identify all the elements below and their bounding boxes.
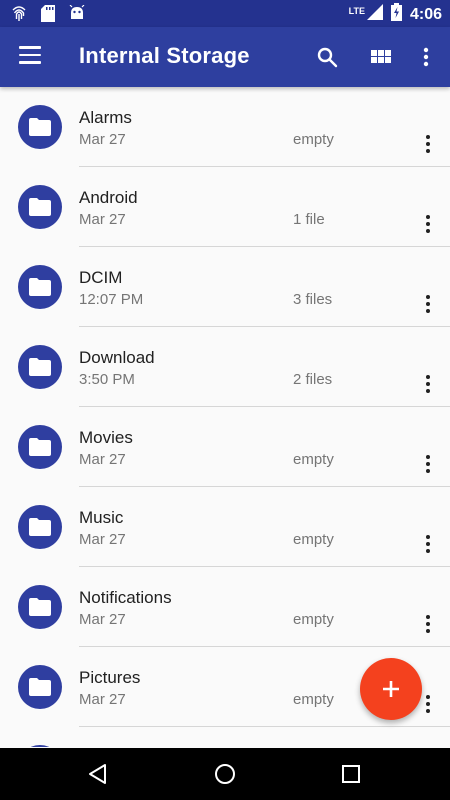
- folder-icon: [18, 425, 62, 469]
- list-item[interactable]: DCIM 12:07 PM 3 files: [0, 247, 450, 327]
- folder-name: Android: [79, 188, 138, 207]
- folder-icon: [18, 265, 62, 309]
- home-icon[interactable]: [213, 762, 237, 786]
- folder-item-count: 1 file: [293, 211, 325, 228]
- battery-charging-icon: [390, 3, 402, 26]
- list-item[interactable]: Alarms Mar 27 empty: [0, 87, 450, 167]
- folder-name: Music: [79, 508, 124, 527]
- search-icon[interactable]: [315, 45, 339, 69]
- folder-item-count: 2 files: [293, 371, 333, 388]
- folder-date: Mar 27: [79, 691, 126, 708]
- back-icon[interactable]: [86, 762, 110, 786]
- page-title: Internal Storage: [79, 43, 250, 68]
- folder-date: Mar 27: [79, 451, 126, 468]
- folder-item-count: empty: [293, 131, 334, 148]
- more-options-icon[interactable]: [418, 215, 438, 235]
- folder-icon: [18, 505, 62, 549]
- list-item[interactable]: Android Mar 27 1 file: [0, 167, 450, 247]
- signal-icon: [366, 4, 383, 25]
- more-options-icon[interactable]: [418, 615, 438, 635]
- menu-icon[interactable]: [19, 46, 41, 68]
- grid-view-icon[interactable]: [369, 45, 393, 69]
- list-item[interactable]: Notifications Mar 27 empty: [0, 567, 450, 647]
- folder-date: Mar 27: [79, 131, 126, 148]
- overflow-menu-icon[interactable]: [414, 45, 438, 69]
- list-item[interactable]: Music Mar 27 empty: [0, 487, 450, 567]
- folder-item-count: empty: [293, 531, 334, 548]
- folder-icon: [18, 345, 62, 389]
- folder-item-count: empty: [293, 451, 334, 468]
- sd-card-icon: [41, 4, 55, 27]
- folder-date: Mar 27: [79, 611, 126, 628]
- folder-item-count: empty: [293, 611, 334, 628]
- folder-icon: [18, 585, 62, 629]
- more-options-icon[interactable]: [418, 455, 438, 475]
- plus-icon: [383, 681, 399, 697]
- folder-date: Mar 27: [79, 211, 126, 228]
- folder-item-count: empty: [293, 691, 334, 708]
- more-options-icon[interactable]: [418, 375, 438, 395]
- more-options-icon[interactable]: [418, 135, 438, 155]
- more-options-icon[interactable]: [418, 535, 438, 555]
- clock: 4:06: [409, 5, 442, 23]
- folder-item-count: 3 files: [293, 291, 333, 308]
- folder-name: DCIM: [79, 268, 123, 287]
- list-item[interactable]: Movies Mar 27 empty: [0, 407, 450, 487]
- more-options-icon[interactable]: [418, 295, 438, 315]
- folder-list: Alarms Mar 27 empty Android Mar 27 1 file DCIM…: [0, 87, 450, 747]
- folder-icon: [18, 105, 62, 149]
- folder-date: Mar 27: [79, 531, 126, 548]
- folder-date: 3:50 PM: [79, 371, 135, 388]
- fingerprint-icon: [11, 4, 27, 27]
- network-type: LTE: [348, 5, 365, 16]
- folder-icon: [18, 185, 62, 229]
- list-item[interactable]: Download 3:50 PM 2 files: [0, 327, 450, 407]
- list-item-partial[interactable]: [0, 727, 450, 747]
- navigation-bar: [0, 748, 450, 800]
- more-options-icon[interactable]: [418, 695, 438, 715]
- folder-icon: [18, 745, 62, 747]
- folder-name: Notifications: [79, 588, 172, 607]
- folder-name: Movies: [79, 428, 133, 447]
- recents-icon[interactable]: [339, 762, 363, 786]
- folder-name: Pictures: [79, 668, 141, 687]
- status-bar: LTE 4:06: [0, 0, 450, 27]
- folder-name: Download: [79, 348, 155, 367]
- folder-name: Alarms: [79, 108, 132, 127]
- app-bar: Internal Storage: [0, 27, 450, 87]
- folder-icon: [18, 665, 62, 709]
- add-button[interactable]: [360, 658, 422, 720]
- folder-date: 12:07 PM: [79, 291, 144, 308]
- android-icon: [69, 4, 85, 26]
